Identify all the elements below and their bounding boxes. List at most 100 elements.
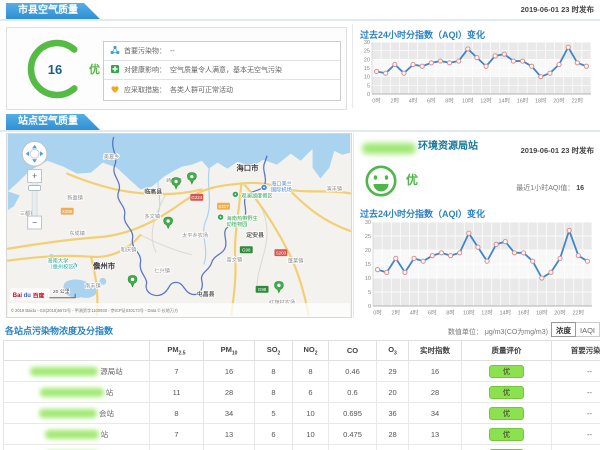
svg-text:du: du xyxy=(24,293,32,299)
map-label: 临高县 xyxy=(144,187,162,195)
pollutant-table: PM2.5PM10SO2NO2COO3实时指数质量评价首要污染物源局站71688… xyxy=(3,340,600,450)
baidu-map-svg[interactable]: G224S203G98G98S317X308海口市儋州市临高县定安县屯昌县美夏乡… xyxy=(7,134,351,317)
road-shield: G98 xyxy=(256,286,269,293)
air-quality-dashboard: 市县空气质量 2019-06-01 23 时发布 16 优 首要污染物：--对健… xyxy=(0,0,600,450)
svg-text:G98: G98 xyxy=(242,248,251,253)
svg-text:8时: 8时 xyxy=(446,309,455,317)
svg-text:14时: 14时 xyxy=(500,309,512,317)
value-cell: 6 xyxy=(293,382,329,403)
value-cell: 11 xyxy=(150,382,204,403)
table-header-row: PM2.5PM10SO2NO2COO3实时指数质量评价首要污染物 xyxy=(4,341,600,361)
unit-note: 数值单位： μg/m3(CO为mg/m3) xyxy=(400,327,548,337)
poi-green-icon[interactable] xyxy=(232,191,238,197)
pollutant-icon xyxy=(110,42,120,60)
latest-aqi-value: 16 xyxy=(576,185,584,192)
grade-cell: 优 xyxy=(462,424,552,445)
grade-cell: 优 xyxy=(462,382,552,403)
value-cell: 0.6 xyxy=(329,382,377,403)
table-row: 源局站716880.462916优-- xyxy=(4,361,600,382)
map-label: 太平乡农场 xyxy=(182,231,208,239)
svg-text:10: 10 xyxy=(364,75,370,81)
svg-text:0时: 0时 xyxy=(373,309,382,317)
info-value: -- xyxy=(170,48,175,55)
aqi-line-chart-svg: 0510152025300时2时4时6时8时10时12时14时16时18时20时… xyxy=(357,39,595,105)
svg-text:12时: 12时 xyxy=(481,309,493,317)
primary-pollutant-cell: -- xyxy=(552,403,600,424)
column-header: PM2.5 xyxy=(150,341,204,361)
info-label: 应采取措施： xyxy=(124,85,166,95)
value-cell: 34 xyxy=(204,403,255,424)
value-cell: 21 xyxy=(293,445,329,450)
grade-cell: 优 xyxy=(462,445,552,450)
column-header: SO2 xyxy=(255,341,293,361)
poi-green-icon[interactable] xyxy=(217,214,223,220)
city-publish-time: 2019-06-01 23 时发布 xyxy=(521,4,594,15)
station-name-suffix: 会站 xyxy=(99,409,114,418)
table-section-title: 各站点污染物浓度及分指数 xyxy=(5,324,113,337)
svg-text:10时: 10时 xyxy=(463,309,475,317)
svg-text:X308: X308 xyxy=(62,209,73,214)
svg-text:14时: 14时 xyxy=(499,97,511,105)
tab-station-air-quality: 站点空气质量 xyxy=(6,114,100,130)
value-cell: 36 xyxy=(377,403,409,424)
svg-text:+: + xyxy=(32,171,37,181)
column-header: 实时指数 xyxy=(409,341,462,361)
svg-text:20时: 20时 xyxy=(554,309,566,317)
map-copyright: © 2019 Baidu - GS(2018)5572号 - 甲测资字11009… xyxy=(11,307,178,313)
station-name-suffix: 源局站 xyxy=(100,367,123,376)
station-name: 环境资源局站 xyxy=(418,137,478,152)
value-cell: 28 xyxy=(377,424,409,445)
primary-pollutant-cell: -- xyxy=(552,361,600,382)
info-value: 各类人群可正常活动 xyxy=(170,85,233,95)
grade-badge: 优 xyxy=(489,365,525,378)
baidu-logo: Baidu百度 xyxy=(10,288,50,300)
value-cell: 9 xyxy=(377,445,409,450)
map-label: 海口美兰国际机场 xyxy=(271,179,292,193)
svg-text:S203: S203 xyxy=(276,250,287,255)
station-map[interactable]: G224S203G98G98S317X308海口市儋州市临高县定安县屯昌县美夏乡… xyxy=(6,133,352,318)
aqi-info-row: 首要污染物：-- xyxy=(104,42,340,61)
map-label: 海口市 xyxy=(236,163,259,173)
svg-text:20: 20 xyxy=(364,57,370,63)
svg-text:4时: 4时 xyxy=(410,309,419,317)
table-row: 站9246210.181924优-- xyxy=(4,445,600,450)
value-cell: 7 xyxy=(150,361,204,382)
map-label: 演丰镇 xyxy=(326,184,342,192)
column-header: O3 xyxy=(377,341,409,361)
value-cell: 8 xyxy=(255,382,293,403)
toggle-iaqi[interactable]: IAQI xyxy=(575,322,600,337)
svg-text:20 公里: 20 公里 xyxy=(53,289,70,295)
grade-badge: 优 xyxy=(489,386,525,399)
poi-air-icon[interactable] xyxy=(261,184,267,190)
aqi-grade-label: 优 xyxy=(89,61,100,77)
grade-badge: 优 xyxy=(489,407,525,420)
map-label: 新盈镇 xyxy=(67,193,83,201)
toggle-concentration[interactable]: 浓度 xyxy=(551,322,576,337)
info-value: 空气质量令人满意，基本无空气污染 xyxy=(170,65,282,75)
value-cell: 28 xyxy=(204,382,255,403)
svg-text:10时: 10时 xyxy=(462,97,474,105)
svg-text:−: − xyxy=(32,218,37,228)
value-cell: 5 xyxy=(255,403,293,424)
value-cell: 28 xyxy=(409,382,462,403)
station-name-cell: 会站 xyxy=(4,403,150,424)
svg-text:22时: 22时 xyxy=(573,309,585,317)
primary-pollutant-cell: -- xyxy=(552,382,600,403)
value-cell: 0.695 xyxy=(329,403,377,424)
svg-text:18时: 18时 xyxy=(535,97,547,105)
value-cell: 10 xyxy=(293,403,329,424)
value-cell: 16 xyxy=(204,361,255,382)
station-name-cell: 站 xyxy=(4,424,150,445)
road-shield: S317 xyxy=(217,203,230,210)
value-cell: 29 xyxy=(377,361,409,382)
divider xyxy=(0,130,600,132)
value-cell: 6 xyxy=(255,445,293,450)
divider xyxy=(0,19,600,21)
value-cell: 9 xyxy=(150,445,204,450)
map-label: 多文镇 xyxy=(144,212,160,220)
grade-cell: 优 xyxy=(462,403,552,424)
city-aqi-panel: 16 优 首要污染物：--对健康影响：空气质量令人满意，基本无空气污染应采取措施… xyxy=(6,27,347,110)
map-label: 定安县 xyxy=(245,231,264,239)
value-cell: 6 xyxy=(255,424,293,445)
map-pan-control[interactable] xyxy=(22,141,47,166)
